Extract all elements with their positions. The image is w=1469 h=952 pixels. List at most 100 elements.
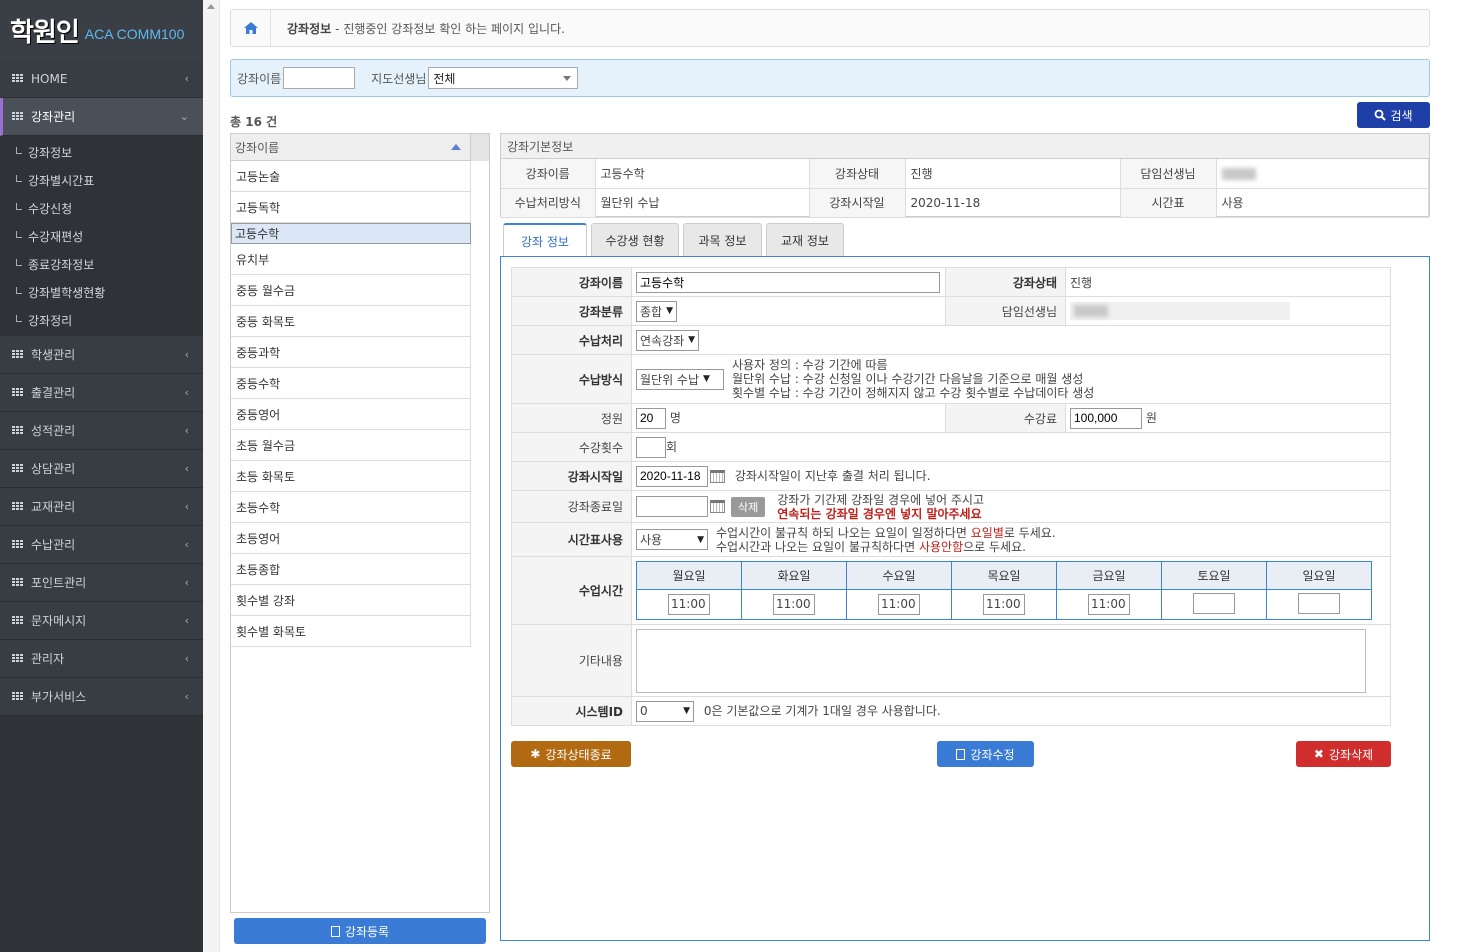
- list-item[interactable]: 중등영어: [231, 399, 471, 430]
- blurred-teacher: [1070, 302, 1290, 320]
- list-item[interactable]: 중등 화목토: [231, 306, 471, 337]
- sidebar-item-menu[interactable]: 문자메시지 ‹: [0, 602, 203, 640]
- submenu-item[interactable]: 강좌정리: [0, 306, 203, 334]
- sidebar-item-menu[interactable]: 포인트관리 ‹: [0, 564, 203, 602]
- basic-info-table: 강좌이름 고등수학 강좌상태 진행 담임선생님 수납처리방식 월단위 수납 강좌…: [501, 159, 1429, 218]
- chevron-left-icon: ‹: [184, 500, 189, 513]
- tab-students[interactable]: 수강생 현황: [591, 223, 679, 257]
- list-item[interactable]: 고등논술: [231, 161, 471, 192]
- submenu-label: 종료강좌정보: [28, 257, 95, 272]
- tab-course-info[interactable]: 강좌 정보: [503, 223, 587, 258]
- timetable-select[interactable]: 사용 ▼: [636, 529, 708, 550]
- submenu-item[interactable]: 강좌정보: [0, 138, 203, 166]
- home-button[interactable]: [231, 10, 271, 46]
- memo-textarea[interactable]: [636, 628, 1366, 693]
- capacity-input[interactable]: [636, 407, 666, 429]
- grid-icon: [12, 388, 23, 397]
- logo-mark: 학원인: [10, 17, 80, 48]
- sidebar-item-menu[interactable]: 성적관리 ‹: [0, 412, 203, 450]
- course-submenu: 강좌정보 강좌별시간표 수강신청 수강재편성 종료강좌정보 강좌별학생현황 강좌…: [0, 136, 203, 336]
- fee-input[interactable]: [1070, 407, 1142, 429]
- unit-label: 명: [669, 410, 681, 425]
- edit-course-button[interactable]: 강좌수정: [937, 741, 1034, 767]
- teacher-select[interactable]: 전체: [428, 67, 579, 89]
- payment-method-select[interactable]: 월단위 수납 ▼: [636, 368, 724, 390]
- class-time-table: 월요일 화요일 수요일 목요일 금요일 토요일 일요일 11:00 11:00 11:00 11:…: [636, 561, 1372, 620]
- end-date-delete-button[interactable]: 삭제: [731, 496, 766, 517]
- sidebar-item-course-mgmt[interactable]: 강좌관리 ⌄: [0, 98, 203, 136]
- sidebar-item-menu[interactable]: 상담관리 ‹: [0, 450, 203, 488]
- course-name-field[interactable]: [636, 271, 940, 293]
- calendar-icon[interactable]: [710, 500, 725, 513]
- course-name-input[interactable]: [283, 67, 356, 89]
- submenu-item[interactable]: 강좌별학생현황: [0, 278, 203, 306]
- list-item[interactable]: 초등종합: [231, 554, 471, 585]
- sidebar-item-menu[interactable]: 학생관리 ‹: [0, 336, 203, 374]
- class-time-input[interactable]: 11:00: [878, 594, 920, 615]
- list-scrollbar[interactable]: [470, 134, 489, 161]
- class-time-input[interactable]: [1193, 592, 1235, 614]
- tab-subjects[interactable]: 과목 정보: [683, 223, 762, 257]
- list-item[interactable]: 횟수별 강좌: [231, 585, 471, 616]
- class-time-input[interactable]: 11:00: [1088, 594, 1130, 615]
- sidebar-item-menu[interactable]: 부가서비스 ‹: [0, 678, 203, 716]
- sidebar-item-menu[interactable]: 관리자 ‹: [0, 640, 203, 678]
- form-label: 시스템ID: [511, 696, 632, 726]
- list-item[interactable]: 횟수별 화목토: [231, 616, 471, 647]
- search-panel: 강좌이름 지도선생님 전체: [230, 59, 1430, 97]
- start-date-input[interactable]: [636, 465, 708, 487]
- sidebar-item-menu[interactable]: 교재관리 ‹: [0, 488, 203, 526]
- list-item[interactable]: 초등영어: [231, 523, 471, 554]
- delete-course-button[interactable]: ✖ 강좌삭제: [1296, 741, 1391, 767]
- home-icon: [243, 22, 258, 34]
- list-item[interactable]: 중등과학: [231, 337, 471, 368]
- sidebar: 학원인 ACA COMM100 HOME ‹ 강좌관리 ⌄ 강좌정보 강좌별시간…: [0, 0, 203, 952]
- list-item[interactable]: 초등수학: [231, 492, 471, 523]
- category-select[interactable]: 종합 ▼: [636, 300, 678, 322]
- list-item[interactable]: 중등수학: [231, 368, 471, 399]
- submenu-item[interactable]: 수강재편성: [0, 222, 203, 250]
- lesson-count-input[interactable]: [636, 436, 666, 458]
- chevron-down-icon: ▼: [666, 306, 674, 316]
- list-item[interactable]: 고등독학: [231, 192, 471, 223]
- scroll-up-icon[interactable]: [207, 4, 215, 9]
- select-value: 사용: [640, 533, 663, 547]
- logo[interactable]: 학원인 ACA COMM100: [0, 0, 203, 60]
- grid-icon: [12, 540, 23, 549]
- submenu-label: 강좌별학생현황: [28, 285, 106, 300]
- sidebar-item-label: 수납관리: [31, 538, 76, 552]
- list-header[interactable]: 강좌이름: [231, 134, 471, 161]
- sidebar-item-menu[interactable]: 수납관리 ‹: [0, 526, 203, 564]
- basic-value: 사용: [1216, 188, 1429, 218]
- submenu-item[interactable]: 종료강좌정보: [0, 250, 203, 278]
- list-item[interactable]: 중등 월수금: [231, 275, 471, 306]
- file-icon: [956, 748, 966, 760]
- class-time-input[interactable]: 11:00: [668, 594, 710, 615]
- end-course-button[interactable]: ✱ 강좌상태종료: [511, 741, 631, 767]
- class-time-input[interactable]: 11:00: [773, 594, 815, 615]
- basic-label: 강좌시작일: [809, 188, 906, 218]
- sidebar-item-menu[interactable]: 출결관리 ‹: [0, 374, 203, 412]
- payment-type-select[interactable]: 연속강좌 ▼: [636, 329, 700, 351]
- list-item[interactable]: 고등수학: [231, 223, 471, 244]
- submenu-item[interactable]: 수강신청: [0, 194, 203, 222]
- chevron-left-icon: ‹: [184, 424, 189, 437]
- submenu-label: 강좌정보: [28, 145, 73, 160]
- calendar-icon[interactable]: [710, 469, 725, 483]
- submenu-item[interactable]: 강좌별시간표: [0, 166, 203, 194]
- tab-textbooks[interactable]: 교재 정보: [766, 223, 844, 257]
- sidebar-item-label: 상담관리: [31, 462, 76, 476]
- unit-label: 원: [1145, 410, 1157, 425]
- end-date-input[interactable]: [636, 496, 708, 517]
- class-time-input[interactable]: 11:00: [983, 594, 1025, 615]
- scrollbar[interactable]: [203, 0, 220, 952]
- system-id-select[interactable]: 0 ▼: [636, 700, 694, 722]
- list-item[interactable]: 초등 화목토: [231, 461, 471, 492]
- class-time-input[interactable]: [1298, 592, 1340, 614]
- list-item[interactable]: 유치부: [231, 244, 471, 275]
- search-button[interactable]: 검색: [1357, 102, 1430, 128]
- list-item[interactable]: 초등 월수금: [231, 430, 471, 461]
- sidebar-item-home[interactable]: HOME ‹: [0, 60, 203, 98]
- register-course-button[interactable]: 강좌등록: [234, 918, 486, 944]
- sidebar-item-label: 포인트관리: [31, 576, 87, 590]
